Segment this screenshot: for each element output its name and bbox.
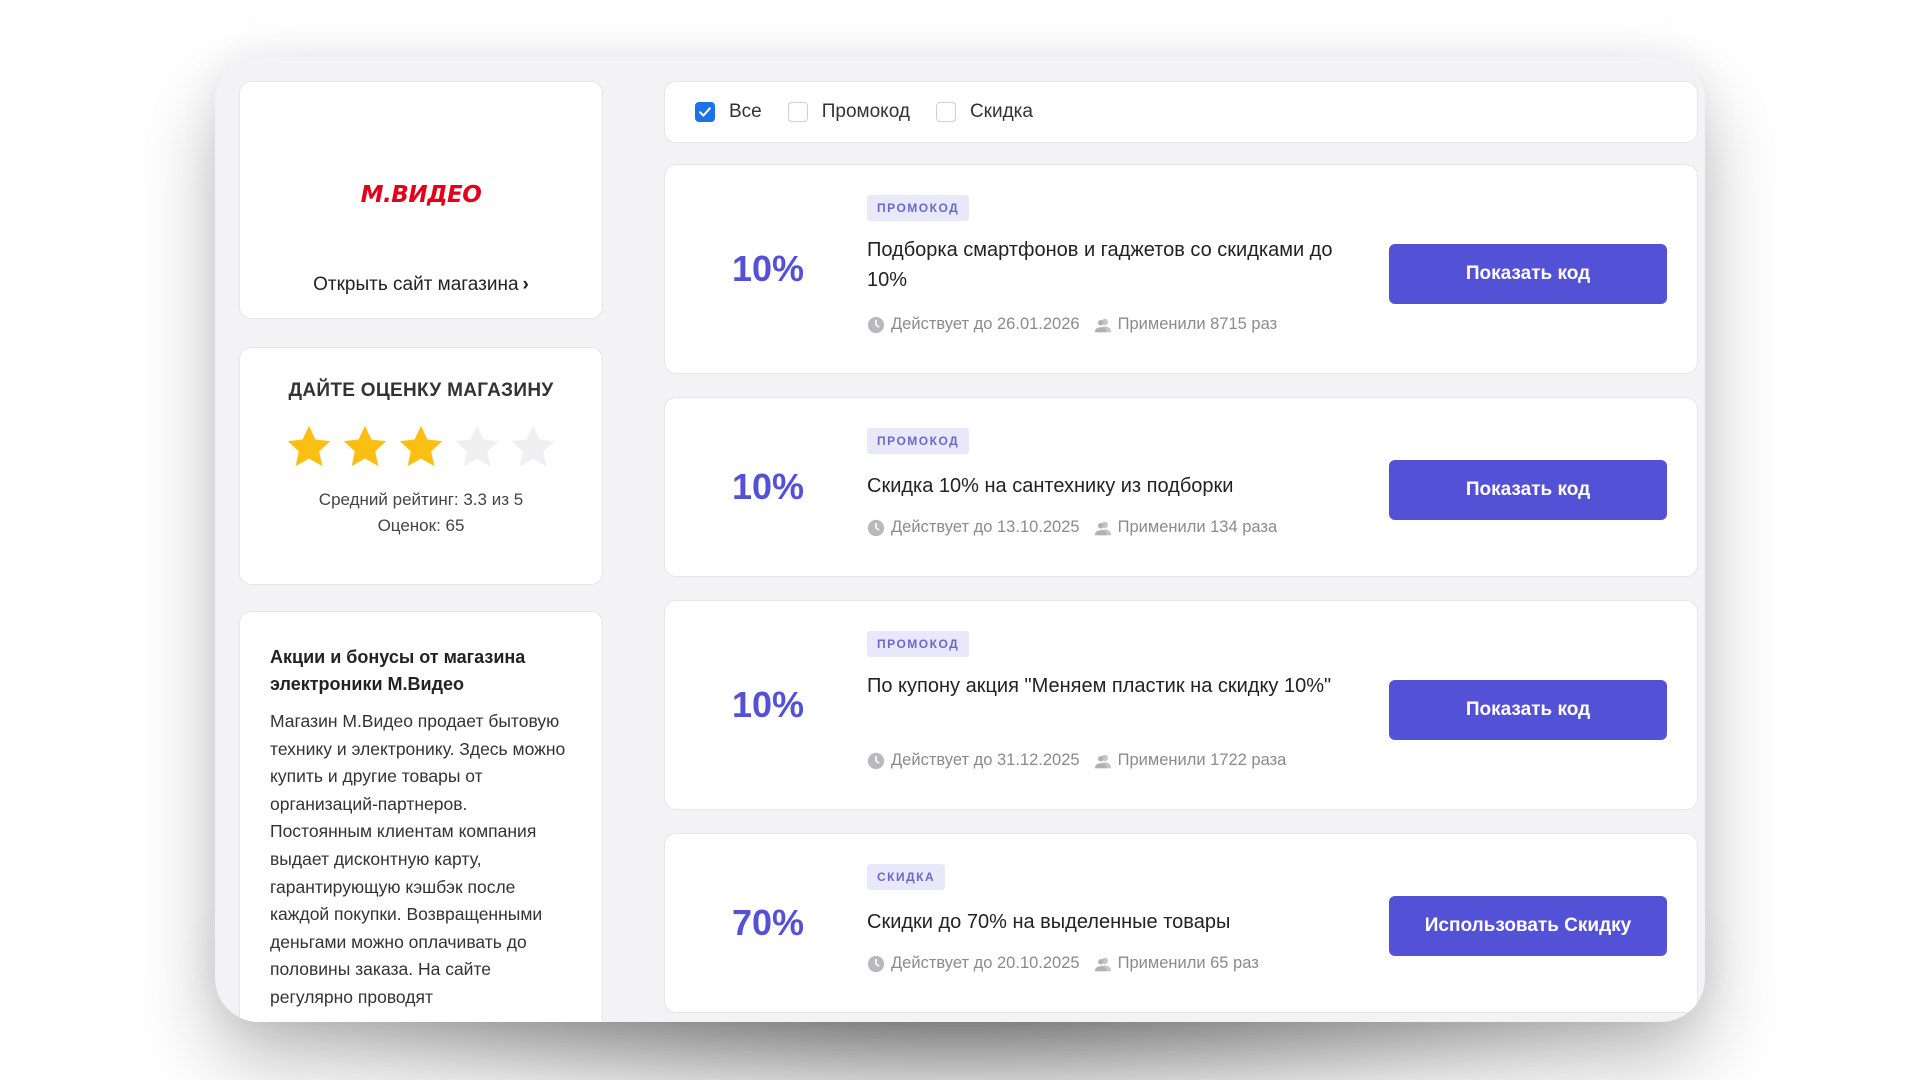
page-frame: М.ВИДЕО Открыть сайт магазина › ДАЙТЕ ОЦЕ… [215,57,1705,1022]
coupon-usage-count: Применили 65 раз [1117,954,1259,972]
open-store-site-label: Открыть сайт магазина [313,274,519,295]
star-icon-4[interactable] [452,422,502,472]
store-logo: М.ВИДЕО [360,182,482,208]
coupon-usage-count: Применили 1722 раза [1117,751,1287,769]
coupon-percent: 10% [731,466,805,507]
coupon-valid-until: Действует до 13.10.2025 [891,518,1080,536]
rating-card: ДАЙТЕ ОЦЕНКУ МАГАЗИНУ Средний рейтинг: 3… [239,347,603,585]
clock-icon [867,955,885,972]
coupon-title: Скидка 10% на сантехнику из подборки [867,475,1234,497]
show-code-button[interactable]: Показать код [1389,680,1667,740]
coupon-title: Подборка смартфонов и гаджетов со скидка… [867,239,1333,291]
chevron-right-icon: › [522,274,529,295]
star-icon-5[interactable] [508,422,558,472]
checkbox-promocode[interactable] [787,102,808,122]
star-icon-1[interactable] [284,422,334,472]
coupon-badge: ПРОМОКОД [867,631,970,657]
rating-average: Средний рейтинг: 3.3 из 5 [318,490,524,509]
coupon-badge: ПРОМОКОД [867,428,970,454]
coupon-usage-count: Применили 8715 раз [1117,315,1278,333]
filter-all[interactable]: Все [695,101,762,123]
filter-promocode[interactable]: Промокод [787,101,910,123]
coupon-card: 70% СКИДКА Скидки до 70% на выделенные т… [664,833,1698,1013]
star-icon-3[interactable] [396,422,446,472]
coupon-title: По купону акция "Меняем пластик на скидк… [867,675,1332,697]
about-title: Акции и бонусы от магазина электроники М… [270,647,526,694]
checkmark-icon [699,107,711,117]
filter-discount[interactable]: Скидка [935,101,1033,123]
coupon-percent: 70% [731,902,805,943]
about-card: Акции и бонусы от магазина электроники М… [239,611,603,1022]
coupon-valid-until: Действует до 20.10.2025 [891,954,1080,972]
filter-discount-label: Скидка [969,101,1033,122]
coupon-meta: Действует до 26.01.2026 Применили 8715 р… [867,315,1277,334]
coupon-badge: СКИДКА [867,864,946,890]
store-card: М.ВИДЕО Открыть сайт магазина › [239,81,603,319]
checkbox-all[interactable] [695,102,715,122]
show-code-button[interactable]: Показать код [1389,460,1667,520]
coupon-card: 10% ПРОМОКОД Скидка 10% на сантехнику из… [664,397,1698,577]
coupon-meta: Действует до 20.10.2025 Применили 65 раз [867,954,1259,973]
clock-icon [867,519,885,536]
rating-count: Оценок: 65 [377,516,465,535]
users-icon [1094,754,1111,768]
star-icon-2[interactable] [340,422,390,472]
coupon-valid-until: Действует до 26.01.2026 [891,315,1080,333]
coupon-title: Скидки до 70% на выделенные товары [867,911,1231,933]
show-code-button[interactable]: Показать код [1389,244,1667,304]
filter-bar: Все Промокод Скидка [664,81,1698,143]
coupon-valid-until: Действует до 31.12.2025 [891,751,1080,769]
coupon-percent: 10% [731,248,805,289]
coupon-meta: Действует до 31.12.2025 Применили 1722 р… [867,751,1286,770]
rating-stars [240,422,602,472]
about-text: Магазин М.Видео продает бытовую технику … [270,711,566,1007]
users-icon [1094,957,1111,971]
clock-icon [867,752,885,769]
users-icon [1094,318,1111,332]
use-discount-button[interactable]: Использовать Скидку [1389,896,1667,956]
coupon-card: 10% ПРОМОКОД По купону акция "Меняем пла… [664,600,1698,810]
filter-all-label: Все [729,101,762,122]
clock-icon [867,316,885,333]
rating-title: ДАЙТЕ ОЦЕНКУ МАГАЗИНУ [288,380,554,401]
coupon-meta: Действует до 13.10.2025 Применили 134 ра… [867,518,1277,537]
coupon-percent: 10% [731,684,805,725]
open-store-site-link[interactable]: Открыть сайт магазина › [240,274,602,296]
coupon-usage-count: Применили 134 раза [1117,518,1278,536]
coupon-badge: ПРОМОКОД [867,195,970,221]
coupon-card: 10% ПРОМОКОД Подборка смартфонов и гадже… [664,164,1698,374]
filter-promocode-label: Промокод [821,101,910,122]
checkbox-discount[interactable] [935,102,956,122]
users-icon [1094,521,1111,535]
